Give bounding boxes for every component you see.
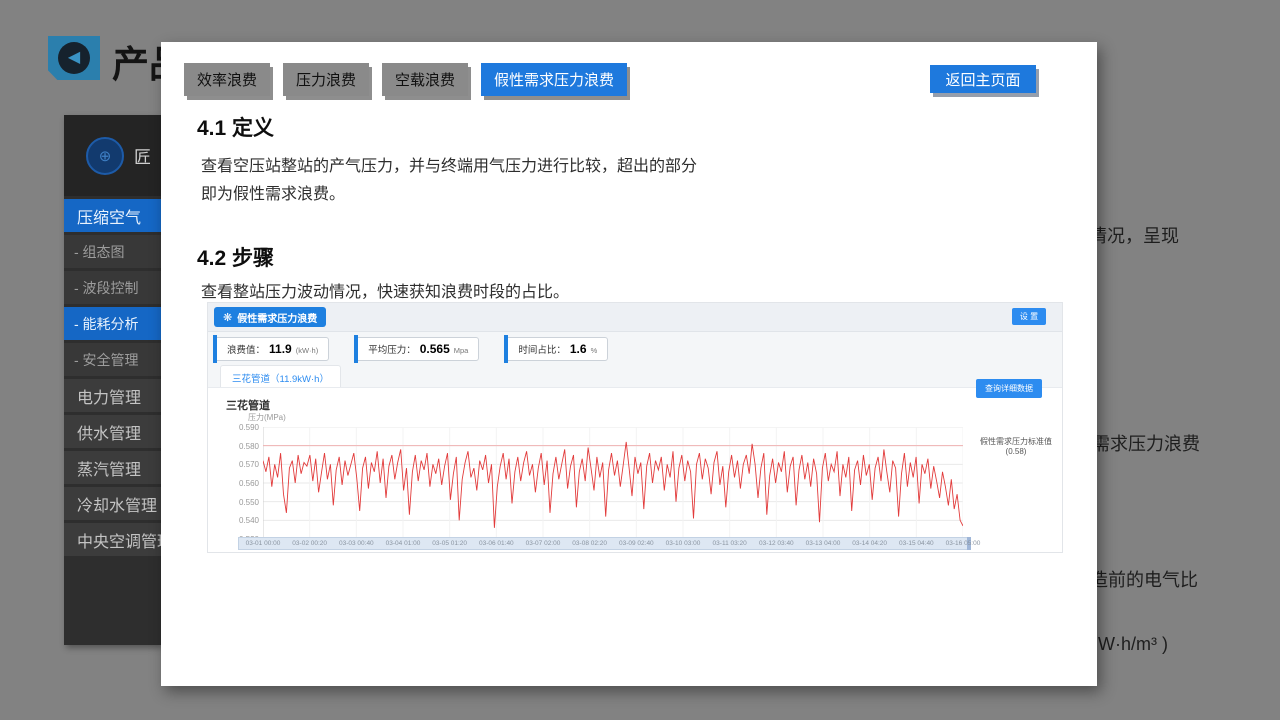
sidebar-item[interactable]: 蒸汽管理 (64, 451, 161, 484)
stat-accent-bar (213, 335, 217, 363)
settings-button[interactable]: 设 置 (1012, 308, 1046, 325)
waste-tab-button[interactable]: 空载浪费 (382, 63, 468, 96)
stat-label: 浪费值： (227, 342, 265, 356)
sidebar-item[interactable]: 中央空调管理 (64, 523, 161, 556)
stat-box: 平均压力： 0.565 Mpa (355, 337, 479, 361)
definition-text-line2: 即为假性需求浪费。 (201, 180, 345, 204)
sidebar-items: 压缩空气- 组态图- 波段控制- 能耗分析- 安全管理电力管理供水管理蒸汽管理冷… (64, 199, 161, 556)
back-arrow-icon: ◀ (58, 42, 90, 74)
background-text-fragment: 造前的电气比 (1090, 566, 1198, 592)
x-tick-label: 03-11 03:20 (713, 540, 747, 547)
app-logo-back-button[interactable]: ◀ (48, 36, 100, 80)
stat-box: 时间占比： 1.6% (505, 337, 608, 361)
section-heading-steps: 4.2 步骤 (197, 242, 274, 272)
waste-tab-button[interactable]: 假性需求压力浪费 (481, 63, 627, 96)
x-tick-label: 03-10 03:00 (666, 540, 701, 547)
sidebar-logo: ⊕ 匠 (64, 115, 161, 196)
sidebar-item[interactable]: - 安全管理 (64, 343, 161, 376)
stat-value: 1.6 (570, 342, 587, 356)
sidebar-logo-label: 匠 (134, 143, 151, 168)
pressure-line-chart (263, 427, 963, 539)
stat-value: 11.9 (269, 342, 292, 356)
sidebar-item[interactable]: 压缩空气 (64, 199, 161, 232)
sidebar-item[interactable]: - 波段控制 (64, 271, 161, 304)
embedded-screenshot-panel: ❋ 假性需求压力浪费 设 置 浪费值： 11.9 (kW·h) 平均压力： 0.565 M… (207, 302, 1063, 553)
y-tick-label: 0.590 (225, 423, 259, 432)
background-text-fragment: 需求压力浪费 (1092, 430, 1200, 456)
stat-unit: % (591, 346, 598, 355)
waste-tab-button[interactable]: 效率浪费 (184, 63, 270, 96)
sidebar-logo-icon: ⊕ (86, 137, 124, 175)
section-heading-definition: 4.1 定义 (197, 112, 274, 142)
back-to-main-button[interactable]: 返回主页面 (930, 65, 1036, 93)
y-tick-label: 0.540 (225, 516, 259, 525)
desktop-background: ◀ 产品 ⊕ 匠 压缩空气- 组态图- 波段控制- 能耗分析- 安全管理电力管理… (0, 0, 1280, 720)
sidebar-item[interactable]: - 组态图 (64, 235, 161, 268)
stat-label: 平均压力： (368, 342, 416, 356)
sidebar-item[interactable]: - 能耗分析 (64, 307, 161, 340)
y-tick-label: 0.560 (225, 479, 259, 488)
stat-accent-bar (354, 335, 358, 363)
x-tick-label: 03-09 02:40 (619, 540, 654, 547)
annotation-label: 假性需求压力标准值 (970, 437, 1062, 447)
sidebar: ⊕ 匠 压缩空气- 组态图- 波段控制- 能耗分析- 安全管理电力管理供水管理蒸… (64, 115, 161, 645)
screenshot-title-badge: ❋ 假性需求压力浪费 (214, 307, 326, 327)
chart-svg (263, 427, 963, 539)
chart-title: 三花管道 (226, 397, 270, 413)
x-tick-label: 03-01 00:00 (246, 540, 281, 547)
query-detail-button[interactable]: 查询详细数据 (976, 379, 1042, 398)
stat-unit: Mpa (454, 346, 469, 355)
x-tick-label: 03-03 00:40 (339, 540, 374, 547)
x-tick-label: 03-15 04:40 (899, 540, 934, 547)
x-tick-label: 03-16 05:00 (946, 540, 981, 547)
snowflake-icon: ❋ (223, 311, 232, 324)
definition-text-line1: 查看空压站整站的产气压力，并与终端用气压力进行比较，超出的部分 (201, 152, 697, 176)
x-tick-label: 03-07 02:00 (526, 540, 561, 547)
x-tick-label: 03-02 00:20 (292, 540, 327, 547)
background-text-fragment: W·h/m³ ) (1098, 634, 1168, 655)
x-tick-label: 03-06 01:40 (479, 540, 514, 547)
x-tick-label: 03-04 01:00 (386, 540, 421, 547)
background-text-fragment: 情况，呈现 (1089, 222, 1179, 248)
annotation-value: (0.58) (970, 447, 1062, 457)
screenshot-title: 假性需求压力浪费 (237, 310, 317, 325)
x-tick-label: 03-05 01:20 (432, 540, 467, 547)
y-tick-label: 0.580 (225, 442, 259, 451)
waste-type-tabs: 效率浪费压力浪费空载浪费假性需求压力浪费 (184, 63, 627, 96)
screenshot-header: ❋ 假性需求压力浪费 设 置 (208, 303, 1062, 332)
stat-accent-bar (504, 335, 508, 363)
y-tick-label: 0.550 (225, 498, 259, 507)
content-modal: 效率浪费压力浪费空载浪费假性需求压力浪费 返回主页面 4.1 定义 查看空压站整… (161, 42, 1097, 686)
sidebar-item[interactable]: 冷却水管理 (64, 487, 161, 520)
steps-text-line1: 查看整站压力波动情况，快速获知浪费时段的占比。 (201, 278, 569, 302)
x-tick-label: 03-12 03:40 (759, 540, 794, 547)
sidebar-item[interactable]: 供水管理 (64, 415, 161, 448)
waste-tab-button[interactable]: 压力浪费 (283, 63, 369, 96)
x-tick-label: 03-14 04:20 (852, 540, 887, 547)
stat-label: 时间占比： (518, 342, 566, 356)
sidebar-item[interactable]: 电力管理 (64, 379, 161, 412)
stat-unit: (kW·h) (296, 346, 319, 355)
stat-value: 0.565 (420, 342, 450, 356)
y-tick-label: 0.570 (225, 460, 259, 469)
y-axis-label: 压力(MPa) (248, 412, 286, 423)
standard-value-annotation: 假性需求压力标准值 (0.58) (970, 437, 1062, 458)
stat-box: 浪费值： 11.9 (kW·h) (214, 337, 329, 361)
x-tick-label: 03-13 04:00 (806, 540, 841, 547)
stats-row: 浪费值： 11.9 (kW·h) 平均压力： 0.565 Mpa 时间占比： 1.6% (214, 337, 608, 361)
x-tick-label: 03-08 02:20 (572, 540, 607, 547)
